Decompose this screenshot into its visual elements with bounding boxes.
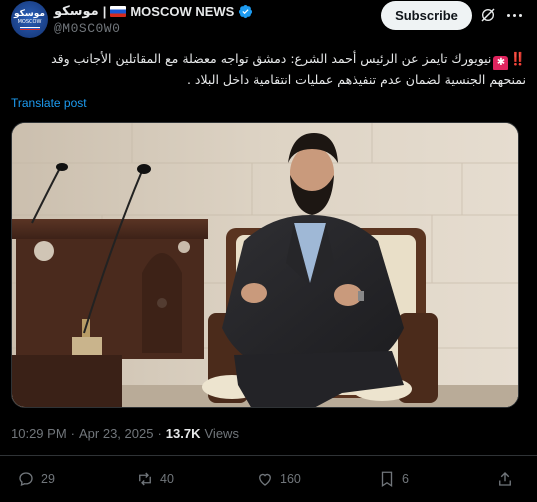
bookmark-button[interactable]: 6	[378, 466, 409, 492]
avatar-flag-stripe	[19, 26, 40, 30]
author-name-separator: |	[102, 3, 107, 19]
meta-dot: ·	[157, 426, 162, 441]
heart-icon	[259, 473, 271, 486]
tweet-body: نيويورك تايمز عن الرئيس أحمد الشرع: دمشق…	[51, 51, 526, 87]
avatar-text-arabic: موسكو	[14, 8, 45, 19]
bookmark-icon	[381, 471, 393, 488]
siren-emoji-icon: ✱	[493, 56, 509, 70]
views-label: Views	[204, 426, 239, 441]
share-icon	[499, 472, 511, 486]
translate-post-link[interactable]: Translate post	[11, 96, 87, 110]
russia-flag-icon	[110, 5, 127, 17]
repost-icon	[139, 472, 151, 486]
author-name-arabic[interactable]: موسكو	[54, 4, 99, 19]
meta-dot: ·	[70, 426, 75, 441]
verified-badge-icon[interactable]	[238, 4, 253, 19]
more-options-icon[interactable]	[507, 7, 525, 23]
double-exclamation-emoji: ‼️	[510, 51, 526, 66]
subscribe-button[interactable]: Subscribe	[381, 1, 472, 30]
grok-icon[interactable]	[480, 7, 496, 23]
reply-icon	[19, 472, 33, 487]
action-bar: 29 40 160 6	[0, 466, 537, 494]
share-button[interactable]	[496, 466, 514, 492]
tweet-date[interactable]: Apr 23, 2025	[79, 426, 153, 441]
avatar[interactable]: موسكو MOSCOW	[11, 1, 48, 38]
author-name-english[interactable]: MOSCOW NEWS	[130, 4, 234, 19]
like-count: 160	[280, 472, 301, 486]
tweet-time[interactable]: 10:29 PM	[11, 426, 67, 441]
divider	[0, 455, 537, 456]
avatar-text-english: MOSCOW	[17, 18, 42, 25]
reply-count: 29	[41, 472, 55, 486]
bookmark-count: 6	[402, 472, 409, 486]
like-button[interactable]: 160	[256, 466, 301, 492]
repost-count: 40	[160, 472, 174, 486]
photo-scene	[12, 123, 518, 407]
tweet-photo[interactable]	[11, 122, 519, 408]
author-name-row[interactable]: موسكو | MOSCOW NEWS	[54, 3, 253, 19]
tweet-text: ‼️✱نيويورك تايمز عن الرئيس أحمد الشرع: د…	[11, 49, 526, 89]
views-count: 13.7K	[165, 426, 201, 441]
author-handle[interactable]: @M0SC0W0	[54, 21, 120, 36]
tweet-meta: 10:29 PM · Apr 23, 2025 · 13.7K Views	[11, 426, 239, 441]
repost-button[interactable]: 40	[136, 466, 174, 492]
reply-button[interactable]: 29	[17, 466, 55, 492]
